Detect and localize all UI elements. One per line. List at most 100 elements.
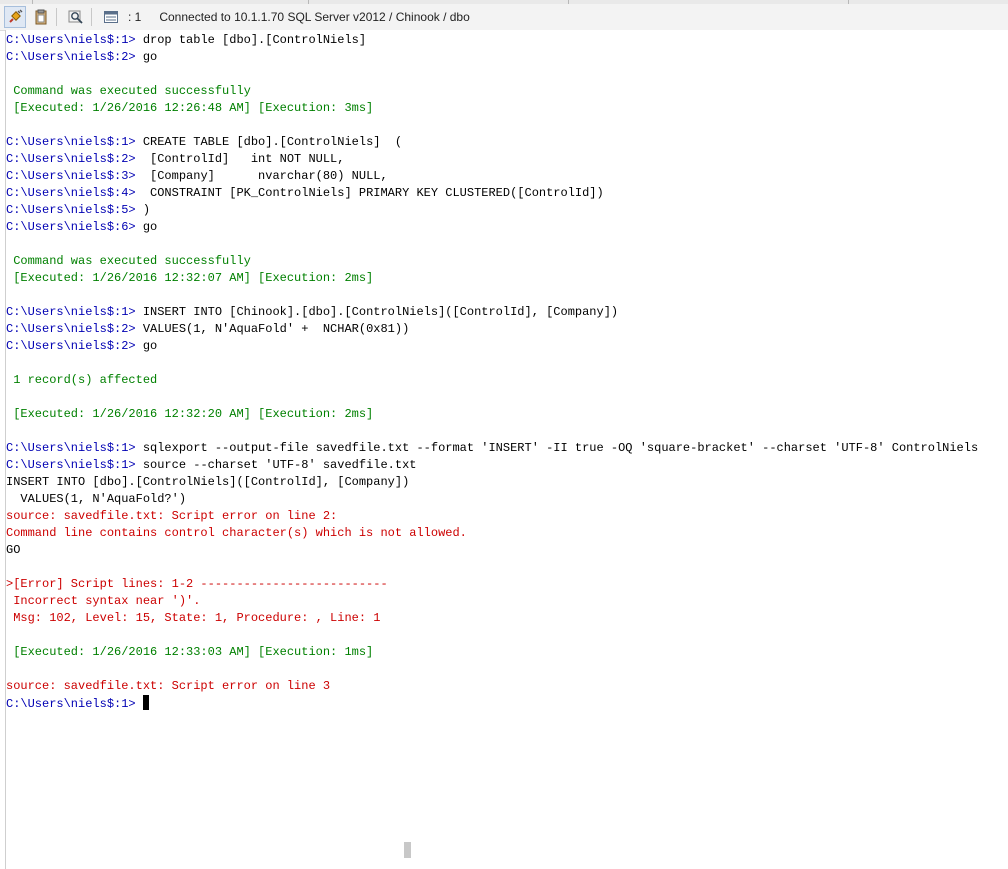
clipboard-icon [35, 9, 47, 25]
text-cursor [142, 695, 149, 710]
console-line: C:\Users\niels$:4> CONSTRAINT [PK_Contro… [6, 185, 1008, 202]
console-text: [Executed: 1/26/2016 12:32:07 AM] [Execu… [6, 271, 374, 285]
console-line: source: savedfile.txt: Script error on l… [6, 508, 1008, 525]
console-prompt: C:\Users\niels$:5> [6, 203, 143, 217]
console-line: Incorrect syntax near ')'. [6, 593, 1008, 610]
console-prompt: C:\Users\niels$:2> [6, 322, 143, 336]
console-text: Incorrect syntax near ')'. [6, 594, 201, 608]
toolbar: : 1 Connected to 10.1.1.70 SQL Server v2… [0, 4, 1008, 31]
console-line: [Executed: 1/26/2016 12:33:03 AM] [Execu… [6, 644, 1008, 661]
console-line: C:\Users\niels$:2> go [6, 338, 1008, 355]
plug-icon [9, 9, 23, 23]
console-line: Command line contains control character(… [6, 525, 1008, 542]
zoom-icon [68, 10, 83, 24]
console-text: source --charset 'UTF-8' savedfile.txt [142, 458, 417, 472]
console-line: C:\Users\niels$:1> CREATE TABLE [dbo].[C… [6, 134, 1008, 151]
console-text: drop table [dbo].[ControlNiels] [142, 33, 367, 47]
console-line: Command was executed successfully [6, 253, 1008, 270]
console-text: VALUES(1, N'AquaFold' + NCHAR(0x81)) [142, 322, 410, 336]
console-text: source: savedfile.txt: Script error on l… [6, 509, 338, 523]
console-line: Msg: 102, Level: 15, State: 1, Procedure… [6, 610, 1008, 627]
console-line: VALUES(1, N'AquaFold?') [6, 491, 1008, 508]
console-line: 1 record(s) affected [6, 372, 1008, 389]
console-line: C:\Users\niels$:1> [6, 695, 1008, 712]
console-text: VALUES(1, N'AquaFold?') [6, 492, 187, 506]
scrollbar-thumb[interactable] [404, 842, 411, 858]
console-line: C:\Users\niels$:1> INSERT INTO [Chinook]… [6, 304, 1008, 321]
console-output[interactable]: C:\Users\niels$:1> drop table [dbo].[Con… [6, 32, 1008, 712]
console-text: go [142, 50, 158, 64]
console-line: C:\Users\niels$:2> [ControlId] int NOT N… [6, 151, 1008, 168]
console-prompt: C:\Users\niels$:1> [6, 135, 143, 149]
console-line: source: savedfile.txt: Script error on l… [6, 678, 1008, 695]
console-line: INSERT INTO [dbo].[ControlNiels]([Contro… [6, 474, 1008, 491]
toolbar-separator [91, 8, 92, 26]
console-prompt: C:\Users\niels$:2> [6, 339, 143, 353]
console-prompt: C:\Users\niels$:3> [6, 169, 143, 183]
tab-count: : 1 [128, 10, 142, 24]
console-line: >[Error] Script lines: 1-2 -------------… [6, 576, 1008, 593]
console-line: C:\Users\niels$:1> drop table [dbo].[Con… [6, 32, 1008, 49]
console-text: GO [6, 543, 21, 557]
console-prompt: C:\Users\niels$:1> [6, 305, 143, 319]
console-prompt: C:\Users\niels$:4> [6, 186, 143, 200]
console-text: Command line contains control character(… [6, 526, 467, 540]
console-text: [ControlId] int NOT NULL, [142, 152, 345, 166]
results-list-button[interactable] [100, 6, 122, 28]
console-line: C:\Users\niels$:2> go [6, 49, 1008, 66]
console-line: C:\Users\niels$:2> VALUES(1, N'AquaFold'… [6, 321, 1008, 338]
console-text: [Executed: 1/26/2016 12:33:03 AM] [Execu… [6, 645, 374, 659]
console-text: CREATE TABLE [dbo].[ControlNiels] ( [142, 135, 403, 149]
console-text: INSERT INTO [dbo].[ControlNiels]([Contro… [6, 475, 410, 489]
console-line: C:\Users\niels$:3> [Company] nvarchar(80… [6, 168, 1008, 185]
console-text: sqlexport --output-file savedfile.txt --… [142, 441, 979, 455]
console-prompt: C:\Users\niels$:6> [6, 220, 143, 234]
console-line: [Executed: 1/26/2016 12:26:48 AM] [Execu… [6, 100, 1008, 117]
console-line: C:\Users\niels$:6> go [6, 219, 1008, 236]
console-prompt: C:\Users\niels$:1> [6, 458, 143, 472]
console-text: go [142, 220, 158, 234]
console-line: C:\Users\niels$:5> ) [6, 202, 1008, 219]
connection-status: Connected to 10.1.1.70 SQL Server v2012 … [159, 10, 470, 24]
console-text: 1 record(s) affected [6, 373, 158, 387]
console-prompt: C:\Users\niels$:2> [6, 152, 143, 166]
console-text: source: savedfile.txt: Script error on l… [6, 679, 331, 693]
console-text: [Company] nvarchar(80) NULL, [142, 169, 388, 183]
console-text: Msg: 102, Level: 15, State: 1, Procedure… [6, 611, 381, 625]
console-text: CONSTRAINT [PK_ControlNiels] PRIMARY KEY… [142, 186, 604, 200]
console-line: [Executed: 1/26/2016 12:32:07 AM] [Execu… [6, 270, 1008, 287]
console-prompt: C:\Users\niels$:1> [6, 697, 143, 711]
console-text: [Executed: 1/26/2016 12:32:20 AM] [Execu… [6, 407, 374, 421]
console-prompt: C:\Users\niels$:1> [6, 33, 143, 47]
connect-button[interactable] [4, 6, 26, 28]
console-output-area[interactable]: C:\Users\niels$:1> drop table [dbo].[Con… [5, 30, 1008, 869]
list-icon [104, 11, 118, 23]
console-line: C:\Users\niels$:1> source --charset 'UTF… [6, 457, 1008, 474]
console-line: [Executed: 1/26/2016 12:32:20 AM] [Execu… [6, 406, 1008, 423]
console-text: >[Error] Script lines: 1-2 -------------… [6, 577, 388, 591]
console-text: ) [142, 203, 151, 217]
console-text: Command was executed successfully [6, 84, 251, 98]
console-prompt: C:\Users\niels$:1> [6, 441, 143, 455]
console-text: Command was executed successfully [6, 254, 251, 268]
zoom-button[interactable] [65, 6, 87, 28]
console-line: GO [6, 542, 1008, 559]
console-text: INSERT INTO [Chinook].[dbo].[ControlNiel… [142, 305, 619, 319]
paste-button[interactable] [30, 6, 52, 28]
console-text: go [142, 339, 158, 353]
toolbar-separator [56, 8, 57, 26]
console-line: C:\Users\niels$:1> sqlexport --output-fi… [6, 440, 1008, 457]
console-text: [Executed: 1/26/2016 12:26:48 AM] [Execu… [6, 101, 374, 115]
console-line: Command was executed successfully [6, 83, 1008, 100]
console-prompt: C:\Users\niels$:2> [6, 50, 143, 64]
